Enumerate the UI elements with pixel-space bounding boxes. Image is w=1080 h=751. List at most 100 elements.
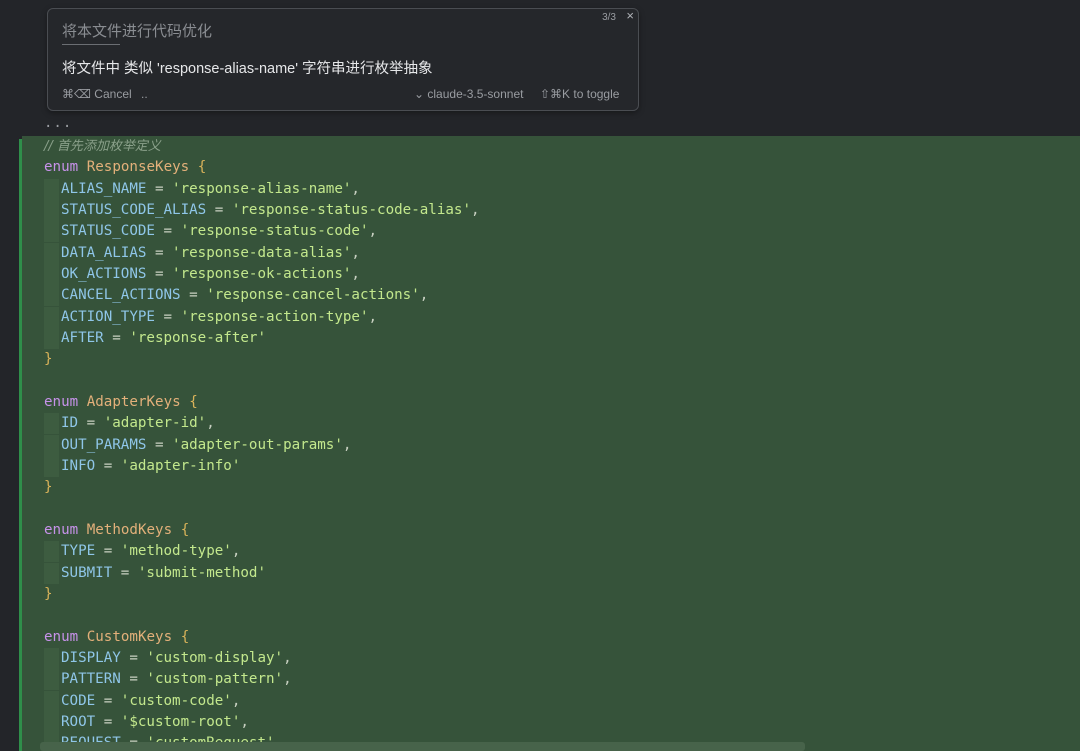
indent-guide (44, 562, 59, 584)
operator: = (120, 671, 147, 688)
code-line[interactable]: 19enum MethodKeys { (22, 520, 1080, 541)
punctuation: , (206, 415, 215, 432)
enum-member: OK_ACTIONS (61, 265, 147, 282)
keyword: enum (44, 393, 79, 410)
code-line[interactable]: 22} (22, 584, 1080, 605)
code-line[interactable]: 10AFTER = 'response-after' (22, 327, 1080, 349)
punctuation: , (351, 244, 360, 261)
open-brace: { (180, 628, 190, 645)
string-literal: 'response-alias-name' (172, 180, 352, 197)
code-text: // 首先添加枚举定义 (44, 136, 161, 157)
code-line[interactable]: 8CANCEL_ACTIONS = 'response-cancel-actio… (22, 285, 1080, 307)
indent-guide (44, 434, 59, 456)
code-line[interactable]: 12 (22, 371, 1080, 392)
code-line[interactable]: 17} (22, 477, 1080, 498)
code-line[interactable]: 16INFO = 'adapter-info' (22, 455, 1080, 477)
code-line[interactable]: 3ALIAS_NAME = 'response-alias-name', (22, 178, 1080, 200)
code-text: CODE = 'custom-code', (61, 691, 240, 712)
code-line[interactable]: 23 (22, 605, 1080, 626)
code-line[interactable]: 6DATA_ALIAS = 'response-data-alias', (22, 242, 1080, 264)
code-comment: // 首先添加枚举定义 (44, 139, 161, 154)
code-text: TYPE = 'method-type', (61, 541, 240, 562)
punctuation: , (283, 649, 292, 666)
enum-member: CANCEL_ACTIONS (61, 287, 181, 304)
punctuation: , (471, 201, 480, 218)
operator: = (112, 564, 138, 581)
open-brace: { (180, 521, 190, 538)
code-text: enum CustomKeys { (44, 627, 189, 648)
toggle-shortcut-hint: ⇧⌘K to toggle (540, 87, 620, 101)
enum-member: ALIAS_NAME (61, 180, 147, 197)
prompt-title[interactable]: 将本文件进行代码优化 (62, 20, 212, 41)
string-literal: 'custom-pattern' (146, 671, 284, 688)
code-line[interactable]: 11} (22, 349, 1080, 370)
open-brace: { (197, 159, 207, 176)
code-editor[interactable]: 1// 首先添加枚举定义2enum ResponseKeys {3ALIAS_N… (22, 136, 1080, 751)
prompt-footer: ⌘⌫ Cancel .. ⌄ claude-3.5-sonnet ⇧⌘K to … (48, 85, 638, 105)
prompt-title-underline (62, 44, 120, 45)
code-line[interactable]: 9ACTION_TYPE = 'response-action-type', (22, 306, 1080, 328)
prompt-input[interactable]: 将文件中 类似 'response-alias-name' 字符串进行枚举抽象 (62, 57, 433, 78)
punctuation: , (368, 223, 378, 240)
code-line[interactable]: 4STATUS_CODE_ALIAS = 'response-status-co… (22, 199, 1080, 221)
code-line[interactable]: 7OK_ACTIONS = 'response-ok-actions', (22, 263, 1080, 285)
horizontal-scrollbar[interactable] (40, 742, 805, 751)
code-line[interactable]: 14ID = 'adapter-id', (22, 413, 1080, 435)
more-dots: .. (141, 87, 148, 101)
enum-member: CODE (61, 692, 96, 709)
operator: = (206, 201, 232, 218)
operator: = (95, 713, 121, 730)
enum-member: TYPE (61, 543, 96, 560)
code-line[interactable]: 27CODE = 'custom-code', (22, 690, 1080, 712)
operator: = (95, 457, 121, 474)
enum-member: ACTION_TYPE (61, 308, 155, 325)
code-text: INFO = 'adapter-info' (61, 456, 240, 477)
code-line[interactable]: 2enum ResponseKeys { (22, 157, 1080, 178)
enum-name: CustomKeys (86, 628, 173, 645)
indent-guide (44, 327, 59, 349)
model-selector[interactable]: ⌄ claude-3.5-sonnet (414, 87, 523, 101)
code-line[interactable]: 25DISPLAY = 'custom-display', (22, 647, 1080, 669)
code-line[interactable]: 1// 首先添加枚举定义 (22, 136, 1080, 157)
code-line[interactable]: 20TYPE = 'method-type', (22, 541, 1080, 563)
code-line[interactable]: 15OUT_PARAMS = 'adapter-out-params', (22, 434, 1080, 456)
code-line[interactable]: 5STATUS_CODE = 'response-status-code', (22, 221, 1080, 243)
enum-member: STATUS_CODE (61, 223, 155, 240)
cancel-button[interactable]: ⌘⌫ Cancel (62, 87, 132, 101)
code-text: ROOT = '$custom-root', (61, 712, 249, 733)
code-text: STATUS_CODE_ALIAS = 'response-status-cod… (61, 200, 480, 221)
code-text: ALIAS_NAME = 'response-alias-name', (61, 179, 360, 200)
code-line[interactable]: 18 (22, 499, 1080, 520)
collapsed-marker[interactable]: ... (44, 115, 72, 131)
indent-guide (44, 263, 59, 285)
code-text: ACTION_TYPE = 'response-action-type', (61, 307, 377, 328)
string-literal: 'custom-display' (146, 649, 284, 666)
operator: = (154, 308, 181, 325)
code-line[interactable]: 24enum CustomKeys { (22, 627, 1080, 648)
code-line[interactable]: 26PATTERN = 'custom-pattern', (22, 669, 1080, 691)
code-line[interactable]: 21SUBMIT = 'submit-method' (22, 562, 1080, 584)
enum-member: ROOT (61, 713, 96, 730)
operator: = (180, 287, 207, 304)
enum-name: AdapterKeys (86, 393, 181, 410)
punctuation: , (240, 713, 249, 730)
string-literal: 'adapter-info' (120, 457, 241, 474)
code-text: STATUS_CODE = 'response-status-code', (61, 221, 377, 242)
punctuation: , (351, 180, 360, 197)
string-literal: 'response-status-code' (180, 223, 369, 240)
enum-member: DISPLAY (61, 649, 121, 666)
indent-guide (44, 306, 59, 328)
code-line[interactable]: 13enum AdapterKeys { (22, 392, 1080, 413)
string-literal: 'response-cancel-actions' (206, 287, 420, 304)
indent-guide (44, 199, 59, 221)
indent-guide (44, 455, 59, 477)
operator: = (120, 649, 147, 666)
code-line[interactable]: 28ROOT = '$custom-root', (22, 711, 1080, 733)
close-icon[interactable]: × (626, 8, 634, 23)
enum-name: ResponseKeys (86, 159, 190, 176)
line-number-gutter (0, 136, 20, 751)
